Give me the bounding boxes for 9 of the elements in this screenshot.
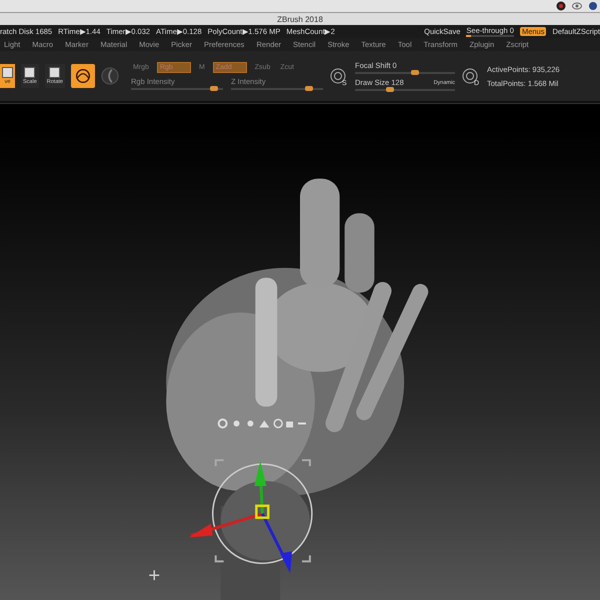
transform-gizmo[interactable]	[188, 459, 313, 574]
brush-icon	[74, 67, 92, 85]
gizmo-toolbar[interactable]	[218, 418, 306, 428]
material-sphere-icon[interactable]	[100, 67, 119, 85]
brush-button[interactable]	[70, 64, 95, 88]
cursor-crosshair-icon	[148, 570, 160, 581]
app-icon[interactable]	[556, 1, 566, 11]
eye-icon[interactable]	[572, 1, 582, 11]
window-title: ZBrush 2018	[277, 14, 323, 24]
